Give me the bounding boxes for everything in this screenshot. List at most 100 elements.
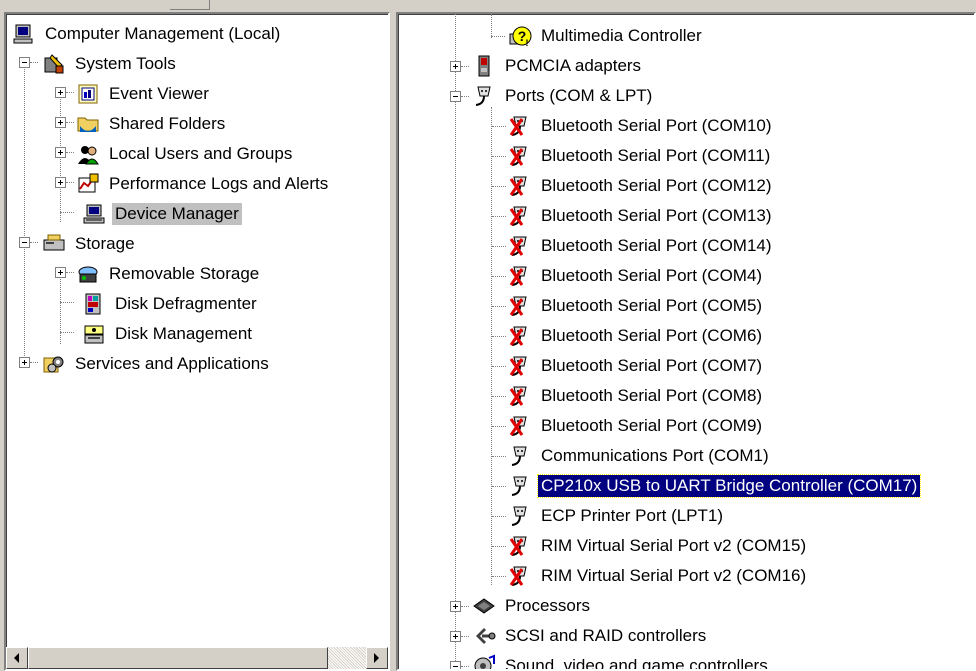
- port-connector-icon: [508, 504, 532, 528]
- tree-label: System Tools: [75, 54, 176, 73]
- port-item[interactable]: Bluetooth Serial Port (COM4): [508, 262, 765, 290]
- tree-item-multimedia-controller[interactable]: ?! Multimedia Controller: [508, 22, 705, 50]
- expand-event-viewer[interactable]: [55, 87, 66, 98]
- users-icon: [76, 142, 100, 166]
- tree-item-shared-folders[interactable]: Shared Folders: [76, 110, 228, 138]
- tree-item-pcmcia[interactable]: PCMCIA adapters: [472, 52, 644, 80]
- port-disabled-icon: [508, 264, 532, 288]
- port-item[interactable]: RIM Virtual Serial Port v2 (COM16): [508, 562, 809, 590]
- scroll-left-button[interactable]: [6, 647, 28, 669]
- port-item[interactable]: Bluetooth Serial Port (COM8): [508, 382, 765, 410]
- scroll-thumb[interactable]: [28, 647, 328, 669]
- port-disabled-icon: [508, 384, 532, 408]
- tree-label: Bluetooth Serial Port (COM7): [541, 356, 763, 375]
- tree-label: Bluetooth Serial Port (COM10): [541, 116, 772, 135]
- tree-label: Processors: [505, 596, 591, 615]
- device-tree-pane[interactable]: ?! Multimedia Controller PCMCIA adapters…: [396, 12, 976, 671]
- expand-services[interactable]: [19, 357, 30, 368]
- scroll-right-button[interactable]: [366, 647, 388, 669]
- tree-label: Bluetooth Serial Port (COM8): [541, 386, 763, 405]
- port-connector-icon: [472, 84, 496, 108]
- port-disabled-icon: [508, 174, 532, 198]
- port-disabled-icon: [508, 204, 532, 228]
- header-tab: [170, 0, 210, 10]
- tree-label: Bluetooth Serial Port (COM12): [541, 176, 772, 195]
- svg-text:!: !: [526, 38, 529, 48]
- port-item[interactable]: Bluetooth Serial Port (COM14): [508, 232, 775, 260]
- port-item[interactable]: ECP Printer Port (LPT1): [508, 502, 726, 530]
- tree-label: Bluetooth Serial Port (COM13): [541, 206, 772, 225]
- device-manager-icon: [82, 202, 106, 226]
- port-item[interactable]: Bluetooth Serial Port (COM5): [508, 292, 765, 320]
- tree-label: Event Viewer: [109, 84, 209, 103]
- disk-management-icon: [82, 322, 106, 346]
- tree-label: ECP Printer Port (LPT1): [541, 506, 724, 525]
- pcmcia-icon: [472, 54, 496, 78]
- port-disabled-icon: [508, 234, 532, 258]
- scroll-track[interactable]: [328, 647, 366, 669]
- tree-label: Bluetooth Serial Port (COM9): [541, 416, 763, 435]
- tree-item-computer-management[interactable]: Computer Management (Local): [12, 20, 283, 48]
- expand-shared-folders[interactable]: [55, 117, 66, 128]
- tree-item-storage[interactable]: Storage: [42, 230, 138, 258]
- port-disabled-icon: [508, 114, 532, 138]
- console-tree: Computer Management (Local) System Tools…: [6, 14, 388, 669]
- port-disabled-icon: [508, 294, 532, 318]
- tree-label: Sound, video and game controllers: [505, 656, 768, 671]
- tree-item-system-tools[interactable]: System Tools: [42, 50, 179, 78]
- event-viewer-icon: [76, 82, 100, 106]
- tree-item-event-viewer[interactable]: Event Viewer: [76, 80, 212, 108]
- collapse-sound[interactable]: [450, 661, 461, 669]
- expand-removable-storage[interactable]: [55, 267, 66, 278]
- collapse-ports[interactable]: [450, 91, 461, 102]
- tree-item-disk-management[interactable]: Disk Management: [82, 320, 255, 348]
- tree-item-sound[interactable]: Sound, video and game controllers: [472, 652, 771, 671]
- horizontal-scrollbar[interactable]: [6, 647, 388, 669]
- console-tree-pane[interactable]: Computer Management (Local) System Tools…: [4, 12, 390, 671]
- port-item[interactable]: RIM Virtual Serial Port v2 (COM15): [508, 532, 809, 560]
- expand-perf-logs[interactable]: [55, 177, 66, 188]
- expand-scsi[interactable]: [450, 631, 461, 642]
- port-disabled-icon: [508, 564, 532, 588]
- tree-item-device-manager[interactable]: Device Manager: [82, 200, 242, 228]
- port-item[interactable]: Communications Port (COM1): [508, 442, 772, 470]
- tree-item-disk-defragmenter[interactable]: Disk Defragmenter: [82, 290, 260, 318]
- tree-label: Bluetooth Serial Port (COM5): [541, 296, 763, 315]
- computer-icon: [12, 22, 36, 46]
- tree-item-processors[interactable]: Processors: [472, 592, 593, 620]
- tree-item-performance-logs[interactable]: Performance Logs and Alerts: [76, 170, 331, 198]
- collapse-system-tools[interactable]: [19, 57, 30, 68]
- tree-label: Disk Management: [115, 324, 253, 343]
- device-tree: ?! Multimedia Controller PCMCIA adapters…: [398, 14, 974, 669]
- expand-pcmcia[interactable]: [450, 61, 461, 72]
- tree-label: Communications Port (COM1): [541, 446, 769, 465]
- expand-local-users[interactable]: [55, 147, 66, 158]
- tree-label: Bluetooth Serial Port (COM11): [541, 146, 771, 165]
- tree-label: Multimedia Controller: [541, 26, 702, 45]
- scsi-icon: [472, 624, 496, 648]
- port-item[interactable]: Bluetooth Serial Port (COM11): [508, 142, 773, 170]
- tree-item-scsi[interactable]: SCSI and RAID controllers: [472, 622, 709, 650]
- tree-label: Performance Logs and Alerts: [109, 174, 329, 193]
- port-item[interactable]: Bluetooth Serial Port (COM12): [508, 172, 775, 200]
- tree-label: Local Users and Groups: [109, 144, 293, 163]
- port-item[interactable]: Bluetooth Serial Port (COM7): [508, 352, 765, 380]
- tree-label: RIM Virtual Serial Port v2 (COM16): [541, 566, 807, 585]
- arrow-right-icon: [374, 653, 379, 663]
- tree-label: Services and Applications: [75, 354, 269, 373]
- warning-device-icon: ?!: [508, 24, 532, 48]
- port-item[interactable]: Bluetooth Serial Port (COM6): [508, 322, 765, 350]
- expand-processors[interactable]: [450, 601, 461, 612]
- port-item[interactable]: Bluetooth Serial Port (COM13): [508, 202, 775, 230]
- tree-item-services-applications[interactable]: Services and Applications: [42, 350, 272, 378]
- shared-folder-icon: [76, 112, 100, 136]
- tree-item-removable-storage[interactable]: Removable Storage: [76, 260, 262, 288]
- removable-storage-icon: [76, 262, 100, 286]
- port-item[interactable]: Bluetooth Serial Port (COM10): [508, 112, 775, 140]
- tree-item-local-users[interactable]: Local Users and Groups: [76, 140, 295, 168]
- port-item[interactable]: Bluetooth Serial Port (COM9): [508, 412, 765, 440]
- collapse-storage[interactable]: [19, 237, 30, 248]
- tree-item-ports[interactable]: Ports (COM & LPT): [472, 82, 655, 110]
- tree-label: RIM Virtual Serial Port v2 (COM15): [541, 536, 807, 555]
- port-item[interactable]: CP210x USB to UART Bridge Controller (CO…: [508, 472, 922, 500]
